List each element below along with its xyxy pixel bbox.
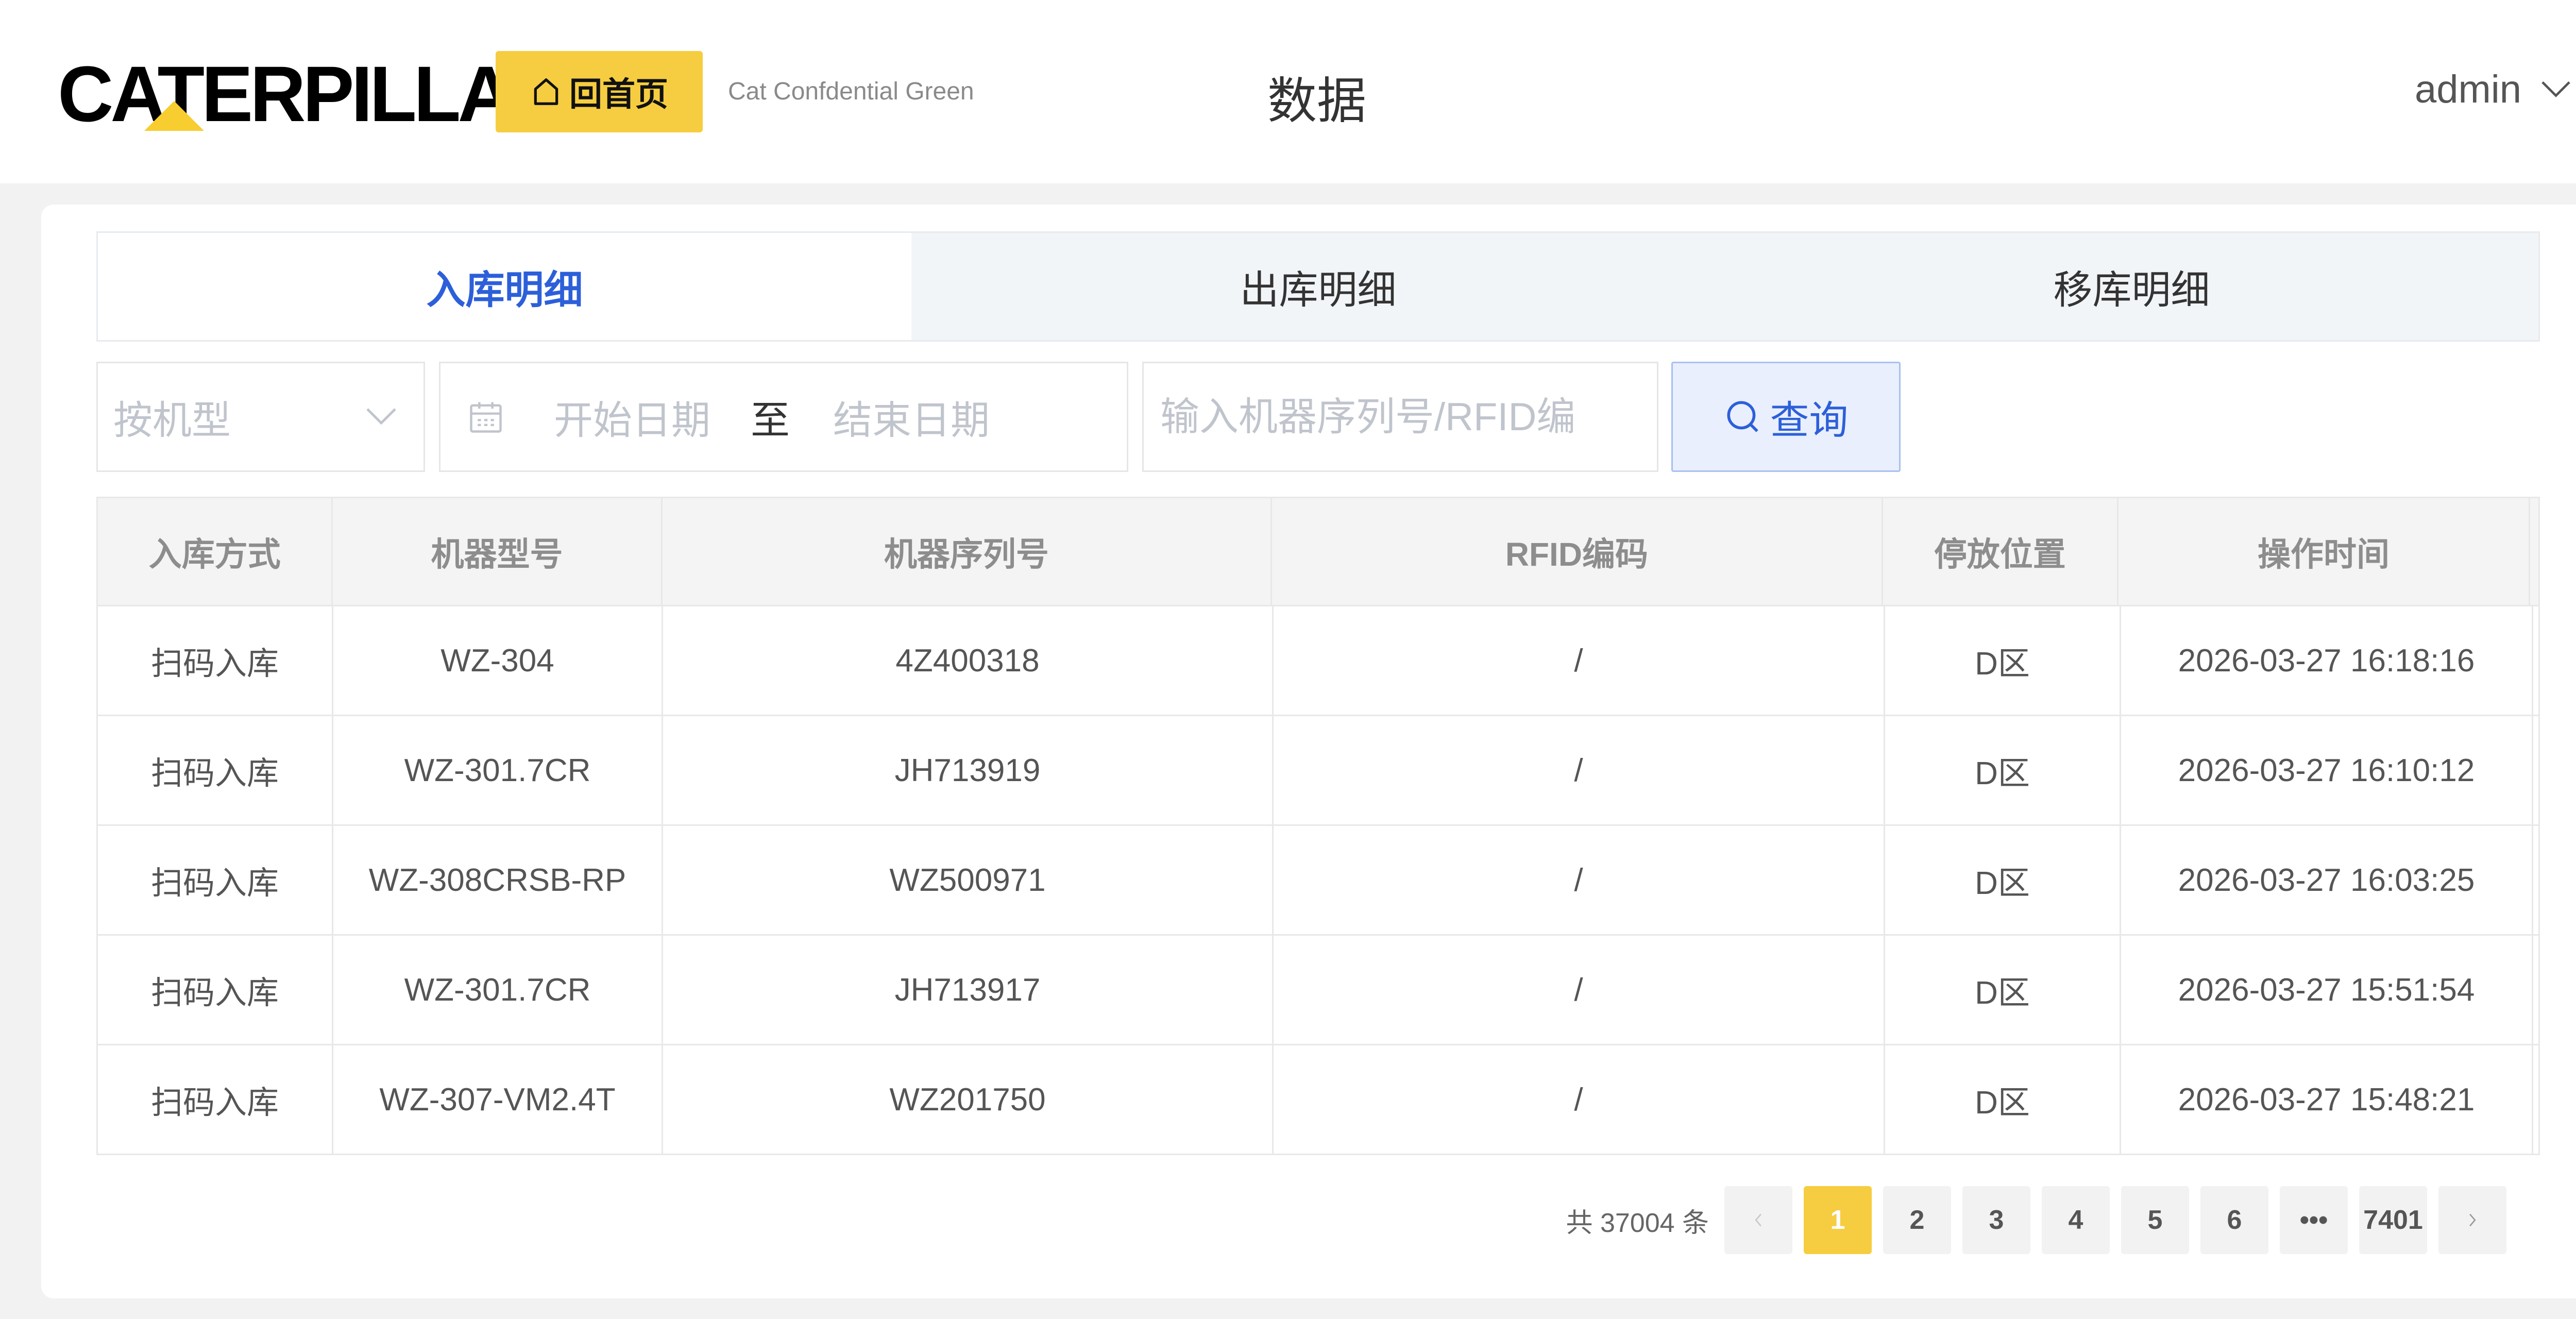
table-cell: D区 <box>1885 1045 2121 1154</box>
table-cell: WZ500971 <box>663 826 1274 934</box>
table-cell: 扫码入库 <box>98 826 333 934</box>
table-cell: / <box>1274 826 1885 934</box>
page-button[interactable]: 4 <box>2042 1186 2110 1254</box>
page-title: 数据 <box>1267 74 1366 129</box>
pagination-total: 共 37004 条 <box>1566 1208 1709 1238</box>
tab-outbound[interactable]: 出库明细 <box>911 233 1725 340</box>
query-button-label: 查询 <box>1770 399 1849 443</box>
table-cell: 扫码入库 <box>98 1045 333 1154</box>
table-row[interactable]: 扫码入库 WZ-301.7CR JH713917 / D区 2026-03-27… <box>96 936 2540 1045</box>
header-scroll-gutter <box>2530 498 2538 605</box>
column-header[interactable]: 停放位置 <box>1883 498 2119 605</box>
table-cell: WZ-307-VM2.4T <box>333 1045 663 1154</box>
chevron-down-icon <box>2541 81 2570 97</box>
search-icon <box>1726 401 1758 432</box>
top-header: CATERPILLAR ® 回首页 Cat Confdential Green … <box>0 0 2576 183</box>
table-cell: 扫码入库 <box>98 716 333 824</box>
inbound-table: 入库方式 机器型号 机器序列号 RFID编码 停放位置 操作时间 扫码入库 WZ… <box>96 497 2540 1155</box>
query-button[interactable]: 查询 <box>1671 362 1901 472</box>
logo-text: CATERPILLAR <box>58 49 566 138</box>
table-cell: / <box>1274 716 1885 824</box>
model-select-placeholder: 按机型 <box>113 399 231 443</box>
page-button[interactable]: 1 <box>1804 1186 1872 1254</box>
prev-page-button[interactable] <box>1724 1186 1792 1254</box>
table-cell: 2026-03-27 15:48:21 <box>2121 1045 2533 1154</box>
tab-inbound[interactable]: 入库明细 <box>98 233 911 340</box>
page-button[interactable]: 7401 <box>2359 1186 2427 1254</box>
model-select[interactable]: 按机型 <box>96 362 425 472</box>
pagination: 共 37004 条 1 2 3 4 5 6 ••• 7401 <box>1566 1186 2506 1254</box>
table-cell: JH713919 <box>663 716 1274 824</box>
home-button[interactable]: 回首页 <box>496 51 703 132</box>
column-header[interactable]: 机器型号 <box>333 498 663 605</box>
logo-triangle-icon <box>144 101 204 131</box>
table-cell: 4Z400318 <box>663 606 1274 715</box>
table-cell: 2026-03-27 16:18:16 <box>2121 606 2533 715</box>
table-row[interactable]: 扫码入库 WZ-307-VM2.4T WZ201750 / D区 2026-03… <box>96 1045 2540 1155</box>
table-cell: / <box>1274 936 1885 1044</box>
filter-bar: 按机型 开始日期 至 结束日期 查询 <box>96 362 2540 472</box>
more-pages-button[interactable]: ••• <box>2280 1186 2348 1254</box>
table-cell: / <box>1274 606 1885 715</box>
table-cell: 2026-03-27 16:03:25 <box>2121 826 2533 934</box>
table-cell: WZ-301.7CR <box>333 936 663 1044</box>
start-date-input[interactable]: 开始日期 <box>554 388 710 445</box>
table-cell: 2026-03-27 16:10:12 <box>2121 716 2533 824</box>
table-cell: WZ201750 <box>663 1045 1274 1154</box>
serial-search-field <box>1142 362 1658 472</box>
home-icon <box>534 78 558 105</box>
page-button[interactable]: 6 <box>2200 1186 2268 1254</box>
date-range-picker[interactable]: 开始日期 至 结束日期 <box>439 362 1128 472</box>
table-cell: D区 <box>1885 936 2121 1044</box>
confidential-label: Cat Confdential Green <box>728 78 974 105</box>
table-row[interactable]: 扫码入库 WZ-308CRSB-RP WZ500971 / D区 2026-03… <box>96 826 2540 936</box>
tab-transfer[interactable]: 移库明细 <box>1725 233 2538 340</box>
user-name: admin <box>2415 67 2521 111</box>
tab-bar: 入库明细 出库明细 移库明细 <box>96 231 2540 342</box>
table-cell: D区 <box>1885 826 2121 934</box>
user-menu[interactable]: admin <box>2415 67 2571 112</box>
date-separator: 至 <box>751 399 790 443</box>
page-button[interactable]: 3 <box>1962 1186 2030 1254</box>
table-cell: 2026-03-27 15:51:54 <box>2121 936 2533 1044</box>
home-button-label: 回首页 <box>569 76 668 113</box>
column-header[interactable]: 入库方式 <box>98 498 333 605</box>
table-row[interactable]: 扫码入库 WZ-301.7CR JH713919 / D区 2026-03-27… <box>96 716 2540 826</box>
main-card: 入库明细 出库明细 移库明细 按机型 开始日期 至 结束日期 输入机器序列号/R… <box>41 205 2576 1298</box>
table-cell: WZ-308CRSB-RP <box>333 826 663 934</box>
table-header: 入库方式 机器型号 机器序列号 RFID编码 停放位置 操作时间 <box>96 497 2540 606</box>
chevron-down-icon <box>366 408 396 425</box>
calendar-icon <box>470 402 502 433</box>
next-page-button[interactable] <box>2438 1186 2506 1254</box>
table-cell: JH713917 <box>663 936 1274 1044</box>
chevron-left-icon <box>1755 1213 1761 1227</box>
column-header[interactable]: 机器序列号 <box>663 498 1273 605</box>
end-date-input[interactable]: 结束日期 <box>833 388 990 445</box>
page-button[interactable]: 5 <box>2121 1186 2189 1254</box>
chevron-right-icon <box>2469 1213 2476 1227</box>
table-row[interactable]: 扫码入库 WZ-304 4Z400318 / D区 2026-03-27 16:… <box>96 606 2540 716</box>
column-header[interactable]: 操作时间 <box>2119 498 2531 605</box>
table-cell: WZ-304 <box>333 606 663 715</box>
table-cell: D区 <box>1885 606 2121 715</box>
table-cell: 扫码入库 <box>98 936 333 1044</box>
table-cell: D区 <box>1885 716 2121 824</box>
serial-search-input[interactable] <box>1160 394 1657 439</box>
table-cell: / <box>1274 1045 1885 1154</box>
table-cell: WZ-301.7CR <box>333 716 663 824</box>
table-cell: 扫码入库 <box>98 606 333 715</box>
page-button[interactable]: 2 <box>1883 1186 1951 1254</box>
column-header[interactable]: RFID编码 <box>1272 498 1883 605</box>
